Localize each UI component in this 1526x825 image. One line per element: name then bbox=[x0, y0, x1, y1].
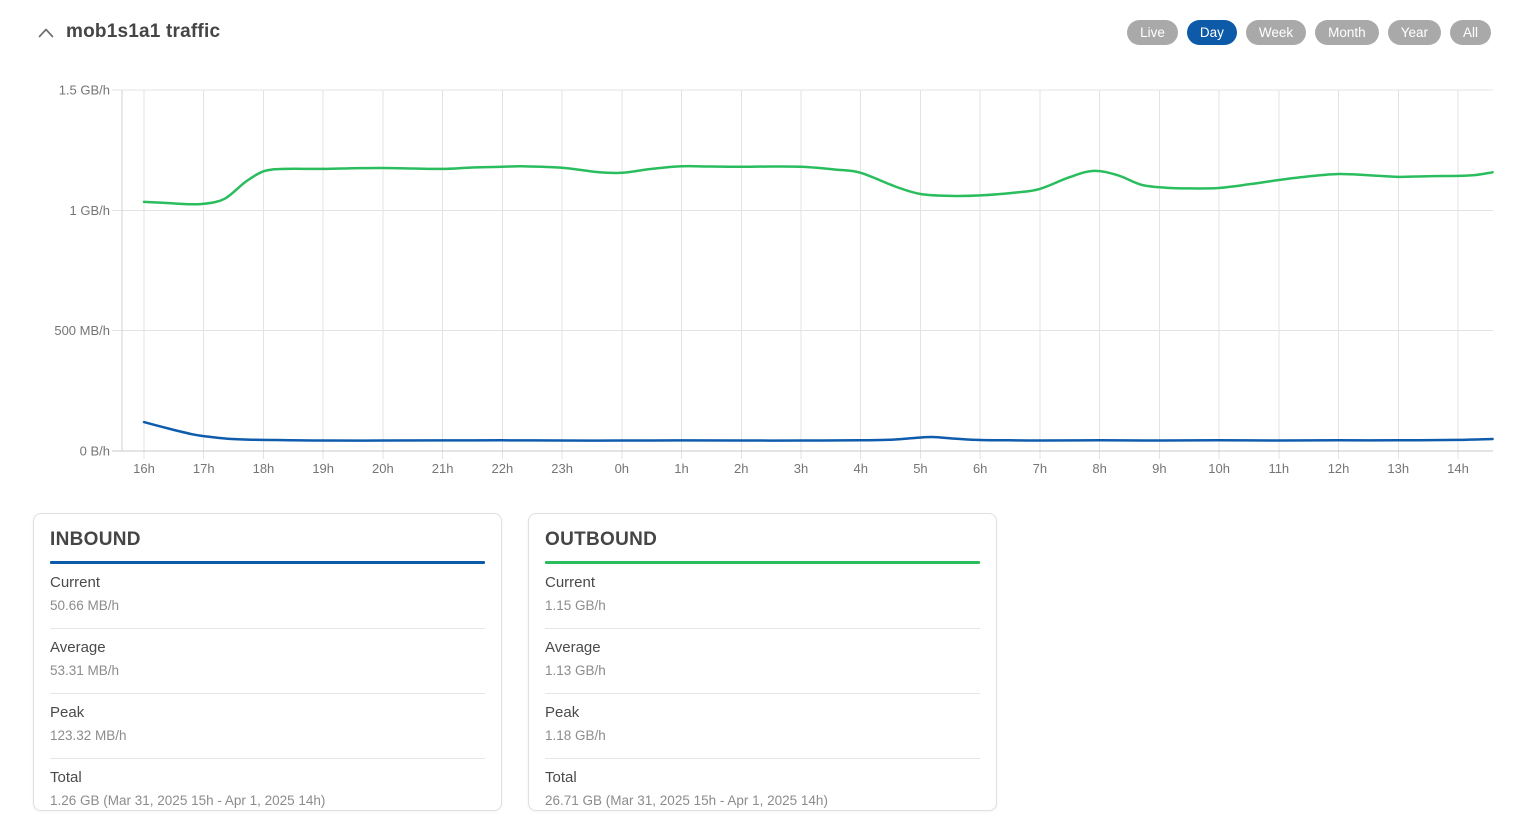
outbound-line bbox=[144, 166, 1493, 204]
range-button-week[interactable]: Week bbox=[1246, 20, 1306, 45]
outbound-total-row: Total 26.71 GB (Mar 31, 2025 15h - Apr 1… bbox=[545, 759, 980, 823]
stat-value: 1.13 GB/h bbox=[545, 663, 980, 678]
stat-label: Total bbox=[50, 769, 485, 786]
range-button-all[interactable]: All bbox=[1450, 20, 1491, 45]
x-axis-label: 7h bbox=[1033, 461, 1047, 476]
x-axis-label: 20h bbox=[372, 461, 394, 476]
x-axis-label: 8h bbox=[1092, 461, 1106, 476]
panel-header: mob1s1a1 traffic Live Day Week Month Yea… bbox=[0, 0, 1526, 64]
x-axis-label: 5h bbox=[913, 461, 927, 476]
x-axis-label: 3h bbox=[794, 461, 808, 476]
traffic-summary-cards: INBOUND Current 50.66 MB/h Average 53.31… bbox=[0, 484, 1526, 811]
outbound-card-title: OUTBOUND bbox=[545, 529, 980, 551]
traffic-chart-svg: 16h 17h 18h 19h 20h 21h 22h 23h 0h 1h 2h 3h 4h 5h 6h 7h… bbox=[0, 64, 1526, 484]
stat-label: Total bbox=[545, 769, 980, 786]
x-axis-label: 21h bbox=[432, 461, 454, 476]
stat-value: 50.66 MB/h bbox=[50, 598, 485, 613]
y-axis-label: 500 MB/h bbox=[54, 323, 110, 338]
outbound-average-row: Average 1.13 GB/h bbox=[545, 629, 980, 694]
x-axis-label: 13h bbox=[1387, 461, 1409, 476]
stat-label: Average bbox=[50, 639, 485, 656]
y-axis-label: 1 GB/h bbox=[70, 203, 110, 218]
x-axis-label: 18h bbox=[253, 461, 275, 476]
stat-value: 1.15 GB/h bbox=[545, 598, 980, 613]
panel-title: mob1s1a1 traffic bbox=[66, 21, 220, 43]
range-button-year[interactable]: Year bbox=[1388, 20, 1441, 45]
stat-value: 1.18 GB/h bbox=[545, 728, 980, 743]
stat-label: Current bbox=[545, 574, 980, 591]
inbound-peak-row: Peak 123.32 MB/h bbox=[50, 694, 485, 759]
x-axis-label: 23h bbox=[551, 461, 573, 476]
x-axis-label: 17h bbox=[193, 461, 215, 476]
stat-label: Average bbox=[545, 639, 980, 656]
x-axis-label: 22h bbox=[492, 461, 514, 476]
range-button-month[interactable]: Month bbox=[1315, 20, 1379, 45]
outbound-peak-row: Peak 1.18 GB/h bbox=[545, 694, 980, 759]
x-axis-label: 14h bbox=[1447, 461, 1469, 476]
inbound-average-row: Average 53.31 MB/h bbox=[50, 629, 485, 694]
stat-value: 53.31 MB/h bbox=[50, 663, 485, 678]
x-axis-label: 4h bbox=[853, 461, 867, 476]
stat-value: 26.71 GB (Mar 31, 2025 15h - Apr 1, 2025… bbox=[545, 793, 980, 808]
stat-value: 123.32 MB/h bbox=[50, 728, 485, 743]
inbound-card: INBOUND Current 50.66 MB/h Average 53.31… bbox=[33, 513, 502, 811]
outbound-current-row: Current 1.15 GB/h bbox=[545, 564, 980, 629]
inbound-total-row: Total 1.26 GB (Mar 31, 2025 15h - Apr 1,… bbox=[50, 759, 485, 823]
x-axis-label: 10h bbox=[1208, 461, 1230, 476]
range-button-day[interactable]: Day bbox=[1187, 20, 1237, 45]
inbound-card-title: INBOUND bbox=[50, 529, 485, 551]
outbound-card: OUTBOUND Current 1.15 GB/h Average 1.13 … bbox=[528, 513, 997, 811]
stat-label: Peak bbox=[50, 704, 485, 721]
collapse-toggle-button[interactable] bbox=[36, 26, 56, 40]
range-button-live[interactable]: Live bbox=[1127, 20, 1178, 45]
stat-label: Current bbox=[50, 574, 485, 591]
y-axis-label: 0 B/h bbox=[80, 444, 110, 459]
x-axis-label: 9h bbox=[1152, 461, 1166, 476]
x-axis-label: 2h bbox=[734, 461, 748, 476]
x-axis-label: 16h bbox=[133, 461, 155, 476]
chevron-up-icon bbox=[38, 28, 54, 38]
x-axis-label: 0h bbox=[615, 461, 629, 476]
traffic-chart[interactable]: 16h 17h 18h 19h 20h 21h 22h 23h 0h 1h 2h 3h 4h 5h 6h 7h… bbox=[0, 64, 1526, 484]
inbound-line bbox=[144, 422, 1493, 440]
range-button-group: Live Day Week Month Year All bbox=[1127, 20, 1491, 45]
x-axis-label: 1h bbox=[674, 461, 688, 476]
y-axis-label: 1.5 GB/h bbox=[59, 83, 110, 98]
inbound-current-row: Current 50.66 MB/h bbox=[50, 564, 485, 629]
x-axis-label: 11h bbox=[1268, 461, 1289, 476]
stat-value: 1.26 GB (Mar 31, 2025 15h - Apr 1, 2025 … bbox=[50, 793, 485, 808]
x-axis-label: 12h bbox=[1328, 461, 1350, 476]
stat-label: Peak bbox=[545, 704, 980, 721]
x-axis-label: 6h bbox=[973, 461, 987, 476]
x-axis-label: 19h bbox=[312, 461, 334, 476]
